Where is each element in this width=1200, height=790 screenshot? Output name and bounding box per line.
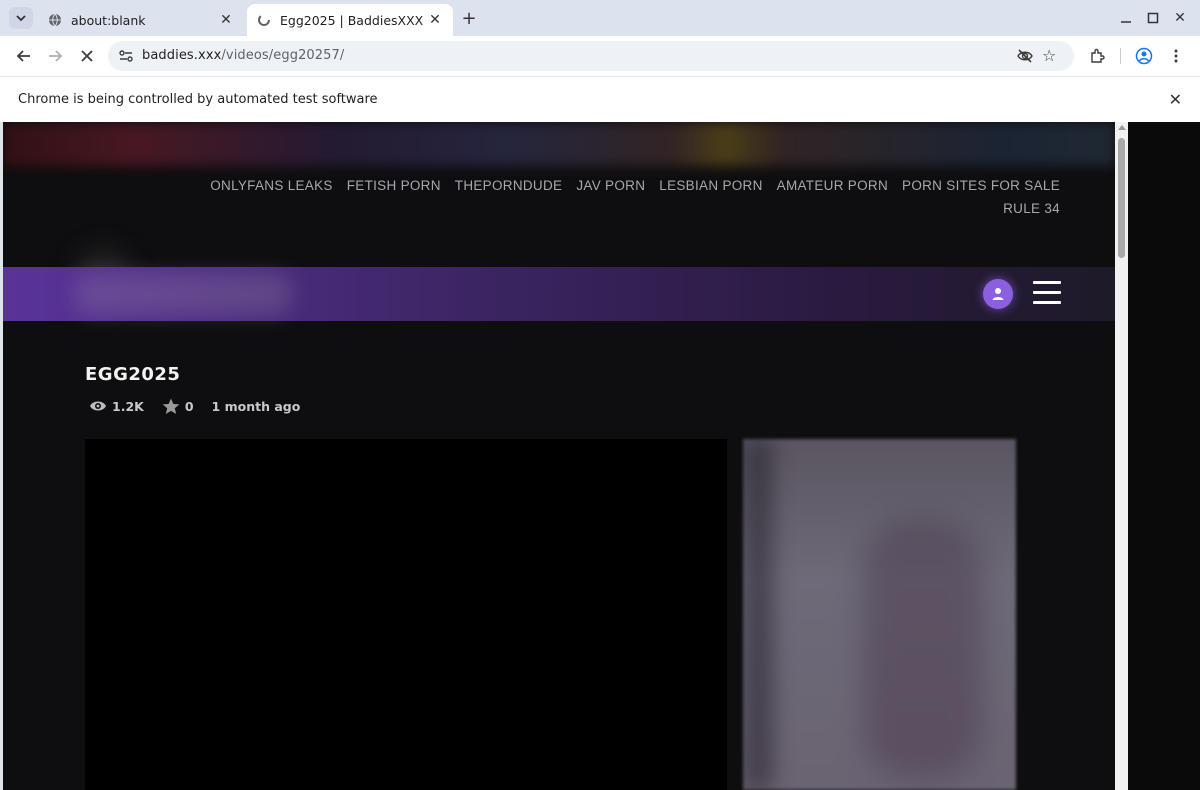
toolbar-divider (1120, 48, 1121, 64)
scrollbar-thumb[interactable] (1118, 138, 1125, 258)
automation-infobar: Chrome is being controlled by automated … (0, 76, 1200, 122)
tab-search-button[interactable] (9, 7, 33, 29)
chevron-down-icon (16, 15, 26, 22)
tab-egg2025[interactable]: Egg2025 | BaddiesXXX ✕ (247, 4, 453, 36)
video-title: EGG2025 (85, 364, 181, 385)
close-icon (81, 50, 93, 62)
nav-link[interactable]: AMATEUR PORN (777, 174, 888, 197)
nav-link[interactable]: RULE 34 (1003, 197, 1060, 220)
profile-icon[interactable] (1134, 46, 1154, 66)
nav-link[interactable]: JAV PORN (576, 174, 645, 197)
nav-link[interactable]: LESBIAN PORN (659, 174, 762, 197)
new-tab-button[interactable]: + (459, 8, 479, 29)
loading-icon (256, 12, 272, 28)
globe-icon (47, 12, 63, 28)
tab-about-blank[interactable]: about:blank ✕ (38, 4, 244, 36)
stop-loading-button[interactable] (76, 45, 98, 67)
right-gutter (1128, 122, 1200, 790)
tab-title: about:blank (71, 12, 146, 28)
hamburger-menu-icon[interactable] (1033, 281, 1061, 307)
site-settings-icon[interactable] (118, 48, 134, 64)
scroll-up-arrow-icon[interactable] (1118, 125, 1126, 130)
back-button[interactable] (13, 45, 35, 67)
nav-link[interactable]: THEPORNDUDE (455, 174, 563, 197)
site-header-bar (3, 267, 1115, 321)
browser-toolbar: baddies.xxx/videos/egg20257/ ☆ (0, 36, 1200, 76)
rating-count: 0 (184, 398, 194, 414)
view-count: 1.2K (112, 398, 144, 414)
more-menu-icon[interactable] (1166, 46, 1186, 66)
minimize-icon[interactable] (1117, 9, 1135, 27)
arrow-right-icon (49, 50, 63, 62)
nav-link[interactable]: PORN SITES FOR SALE (902, 174, 1060, 197)
star-icon (162, 398, 180, 414)
url-path: /videos/egg20257/ (221, 48, 345, 63)
bookmark-star-icon[interactable]: ☆ (1042, 46, 1060, 65)
user-account-icon[interactable] (983, 279, 1013, 309)
tab-close-icon[interactable]: ✕ (427, 12, 443, 28)
tab-strip: about:blank ✕ Egg2025 | BaddiesXXX ✕ + ✕ (0, 0, 1200, 36)
close-window-icon[interactable]: ✕ (1171, 9, 1189, 27)
infobar-close-icon[interactable]: ✕ (1169, 90, 1182, 109)
eye-icon (89, 398, 107, 414)
infobar-message: Chrome is being controlled by automated … (18, 92, 378, 107)
site-nav: ONLYFANS LEAKS FETISH PORN THEPORNDUDE JAV … (100, 174, 1060, 220)
address-bar[interactable]: baddies.xxx/videos/egg20257/ ☆ (108, 41, 1074, 71)
posted-time: 1 month ago (211, 398, 301, 414)
url-text: baddies.xxx/videos/egg20257/ (142, 48, 344, 63)
forward-button[interactable] (44, 45, 66, 67)
maximize-icon[interactable] (1144, 9, 1162, 27)
side-ad-thumbnail[interactable] (743, 439, 1016, 790)
blurred-top-banner (3, 122, 1115, 166)
extensions-icon[interactable] (1087, 46, 1107, 66)
site-logo[interactable] (73, 273, 293, 315)
video-player[interactable] (85, 439, 727, 790)
page-viewport: ONLYFANS LEAKS FETISH PORN THEPORNDUDE JAV … (3, 122, 1115, 790)
arrow-left-icon (16, 50, 30, 62)
nav-link[interactable]: FETISH PORN (347, 174, 441, 197)
video-meta: 1.2K 0 1 month ago (89, 398, 300, 414)
page-scrollbar[interactable] (1115, 122, 1128, 790)
eye-slash-icon[interactable] (1016, 47, 1034, 65)
nav-link[interactable]: ONLYFANS LEAKS (210, 174, 333, 197)
url-domain: baddies.xxx (142, 48, 222, 63)
tab-title: Egg2025 | BaddiesXXX (280, 12, 424, 28)
tab-close-icon[interactable]: ✕ (218, 12, 234, 28)
